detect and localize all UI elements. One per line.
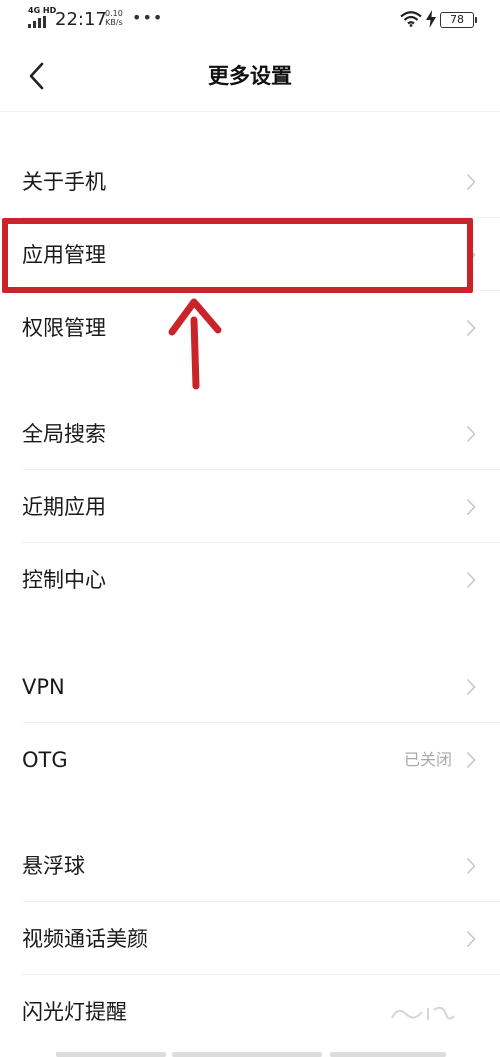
network-speed: 0.10 KB/s [105,9,123,27]
chevron-right-icon [466,498,476,515]
settings-item-label: VPN [22,674,65,699]
battery-icon: 78 [440,12,477,28]
settings-item-label: 控制中心 [22,567,106,592]
settings-item-label: 近期应用 [22,494,106,519]
status-bar: 4G HD 22:17 0.10 KB/s ••• 78 [0,0,500,40]
settings-item-video-call-beauty[interactable]: 视频通话美颜 [0,902,500,975]
watermark-logo [388,1000,458,1026]
settings-item-label: 全局搜索 [22,421,106,446]
header: 更多设置 [0,40,500,112]
chevron-right-icon [466,319,476,336]
settings-item-label: 闪光灯提醒 [22,999,127,1024]
settings-item-label: 视频通话美颜 [22,926,148,951]
chevron-right-icon [466,246,476,263]
settings-item-app-management[interactable]: 应用管理 [0,218,500,291]
settings-item-recent-apps[interactable]: 近期应用 [0,470,500,543]
charging-icon [426,10,436,28]
settings-item-vpn[interactable]: VPN [0,650,500,723]
network-speed-value: 0.10 [105,9,123,18]
settings-item-label: OTG [22,747,68,772]
settings-item-about-phone[interactable]: 关于手机 [0,145,500,218]
chevron-right-icon [466,173,476,190]
chevron-right-icon [466,425,476,442]
wifi-icon [400,11,422,27]
chevron-right-icon [466,857,476,874]
more-notifications-icon: ••• [132,8,164,27]
otg-status-value: 已关闭 [403,749,452,769]
settings-item-global-search[interactable]: 全局搜索 [0,397,500,470]
settings-item-floating-ball[interactable]: 悬浮球 [0,829,500,902]
settings-item-control-center[interactable]: 控制中心 [0,543,500,616]
bottom-edge [0,1052,500,1057]
page-title: 更多设置 [208,64,292,88]
settings-item-label: 应用管理 [22,242,106,267]
settings-item-label: 权限管理 [22,315,106,340]
network-speed-unit: KB/s [105,18,123,27]
settings-item-label: 悬浮球 [22,853,85,878]
settings-item-permission-management[interactable]: 权限管理 [0,291,500,364]
network-type: 4G HD [28,6,57,15]
settings-item-otg[interactable]: OTG 已关闭 [0,723,500,796]
settings-item-label: 关于手机 [22,169,106,194]
chevron-right-icon [466,930,476,947]
signal-icon [28,16,46,28]
clock: 22:17 [55,9,107,30]
chevron-right-icon [466,678,476,695]
chevron-right-icon [466,751,476,768]
chevron-right-icon [466,571,476,588]
